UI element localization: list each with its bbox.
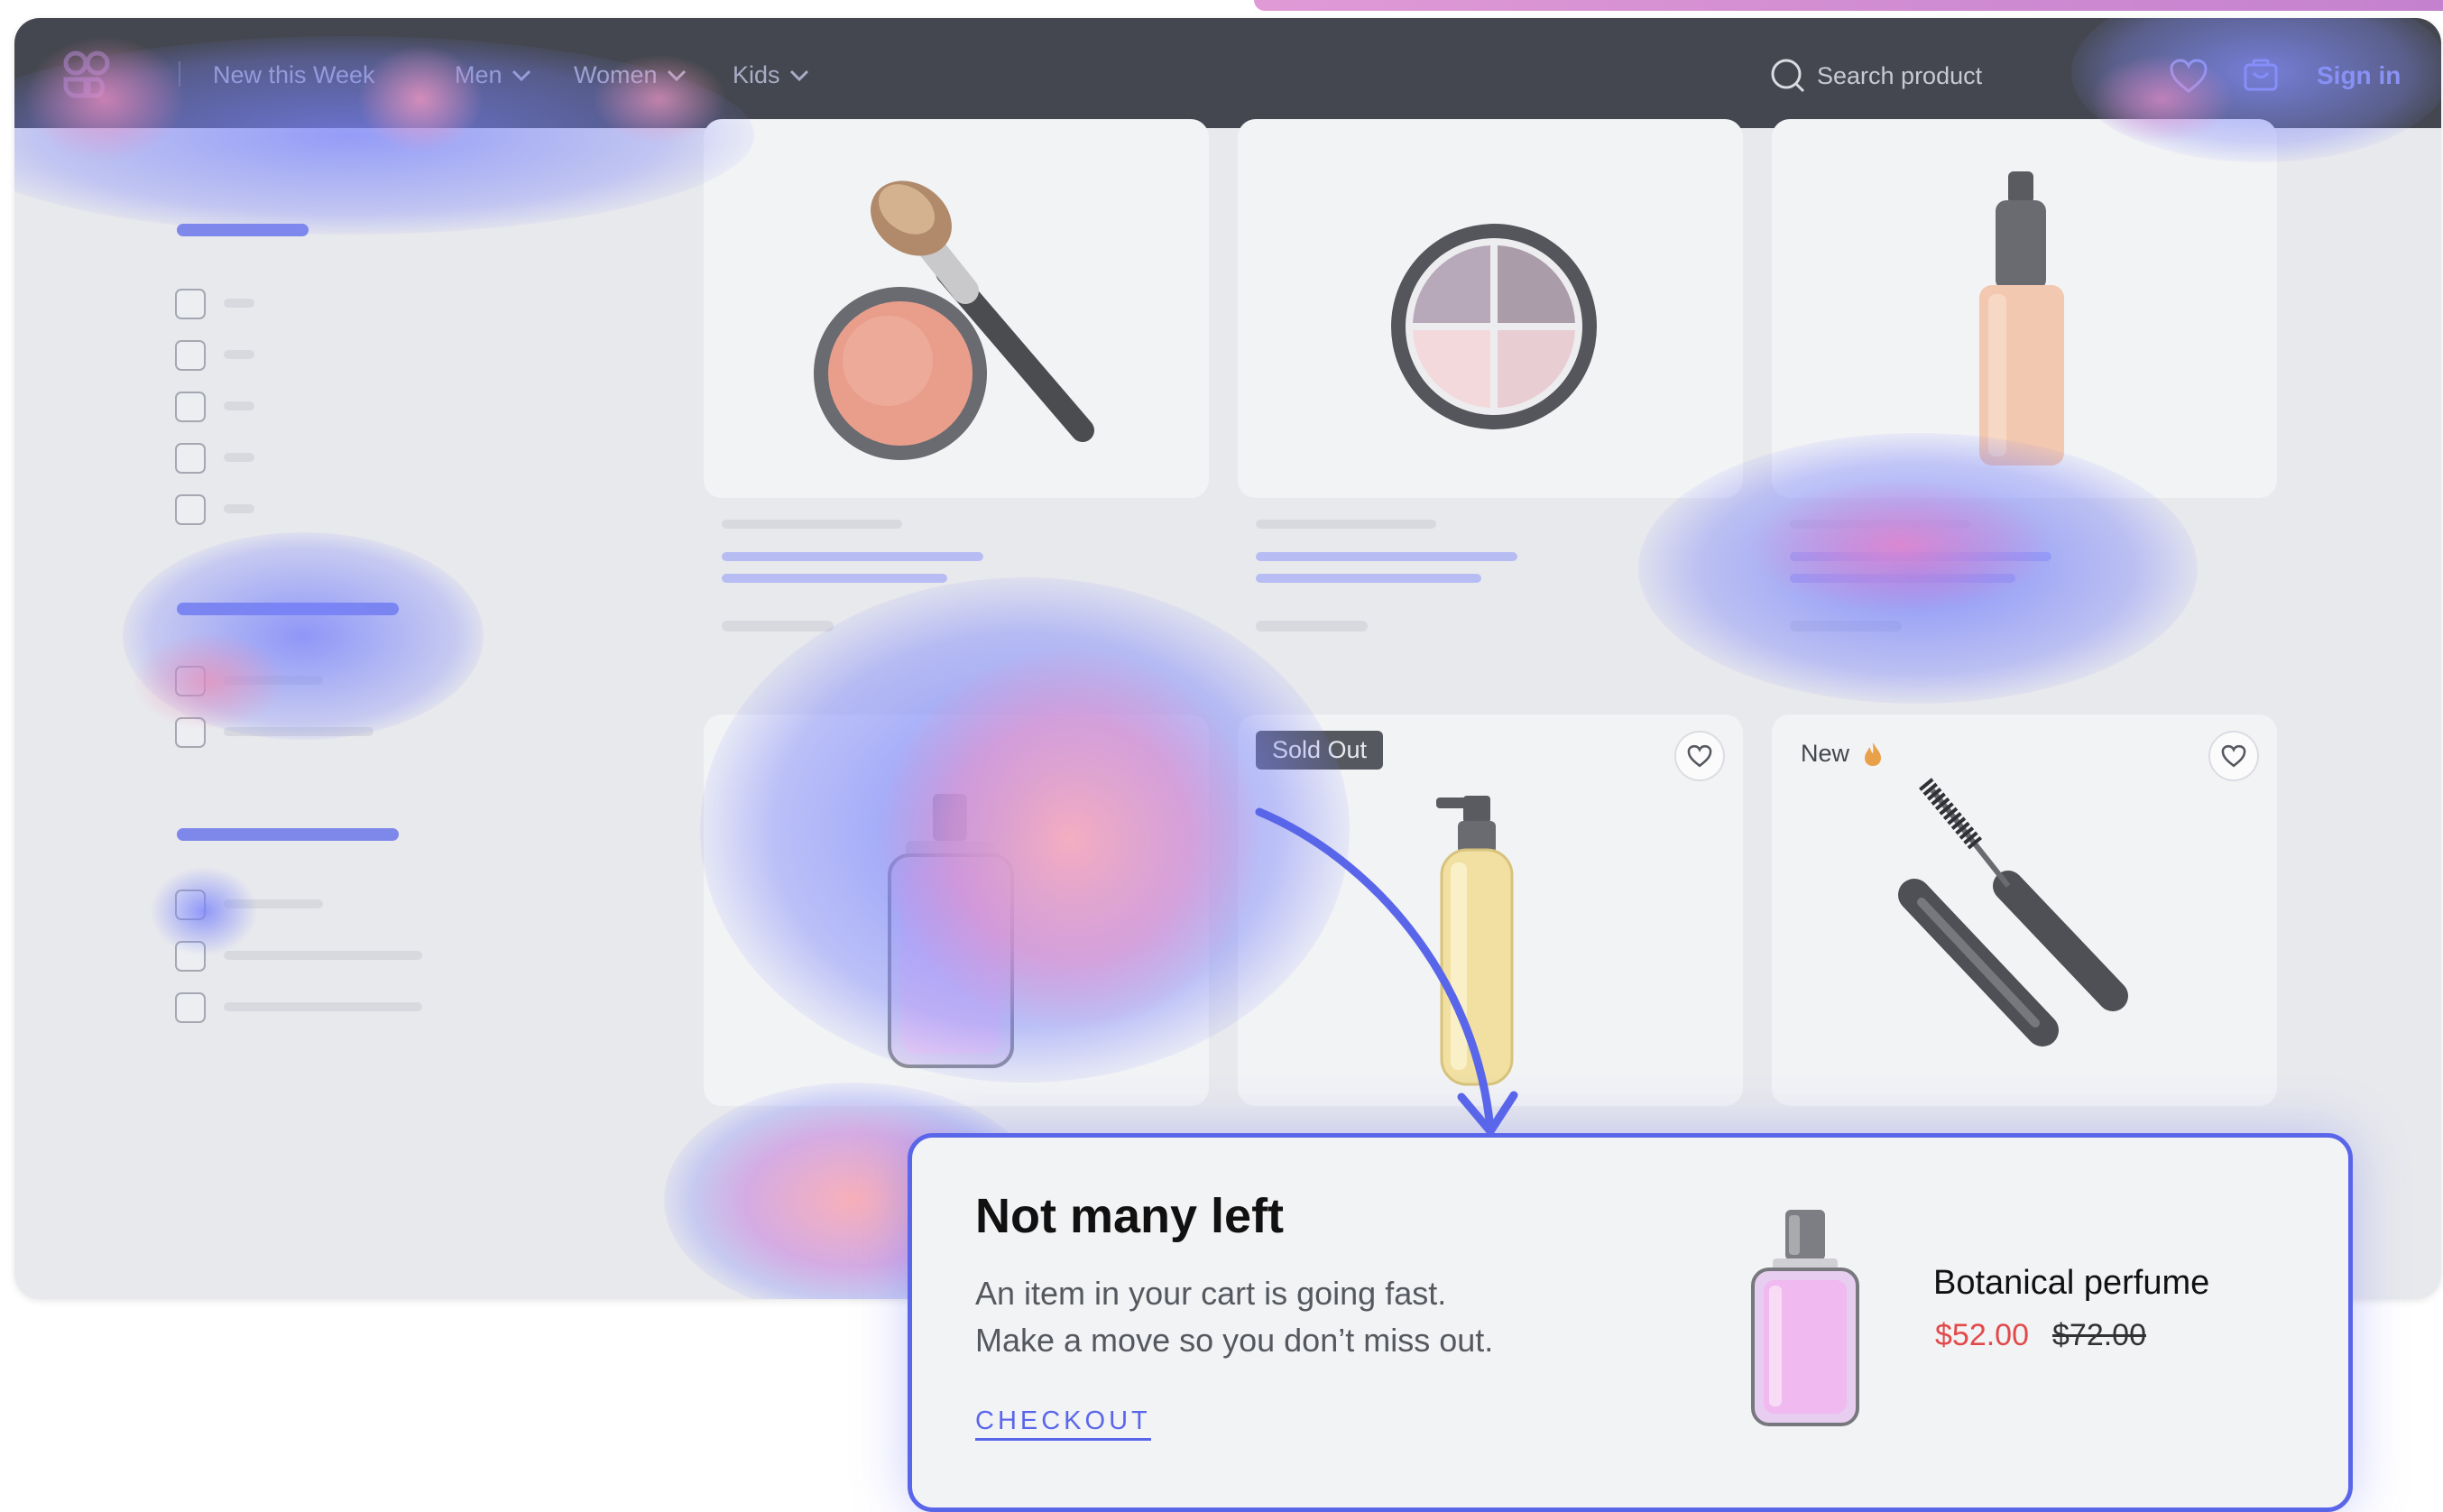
arrow-annotation bbox=[1255, 807, 1518, 1136]
popup-original-price: $72.00 bbox=[2052, 1318, 2146, 1352]
popup-title: Not many left bbox=[975, 1189, 1285, 1243]
checkout-link[interactable]: CHECKOUT bbox=[975, 1406, 1151, 1441]
popup-product-image bbox=[1751, 1210, 1859, 1426]
top-accent-bar bbox=[1254, 0, 2443, 11]
popup-product-name: Botanical perfume bbox=[1933, 1264, 2210, 1302]
popup-sale-price: $52.00 bbox=[1935, 1318, 2029, 1352]
browser-page: New this Week Men Women Kids Search prod… bbox=[14, 18, 2441, 1299]
popup-message-line: An item in your cart is going fast. bbox=[975, 1275, 1447, 1312]
low-stock-popup: Not many left An item in your cart is go… bbox=[908, 1133, 2353, 1512]
popup-message-line: Make a move so you don’t miss out. bbox=[975, 1322, 1494, 1359]
